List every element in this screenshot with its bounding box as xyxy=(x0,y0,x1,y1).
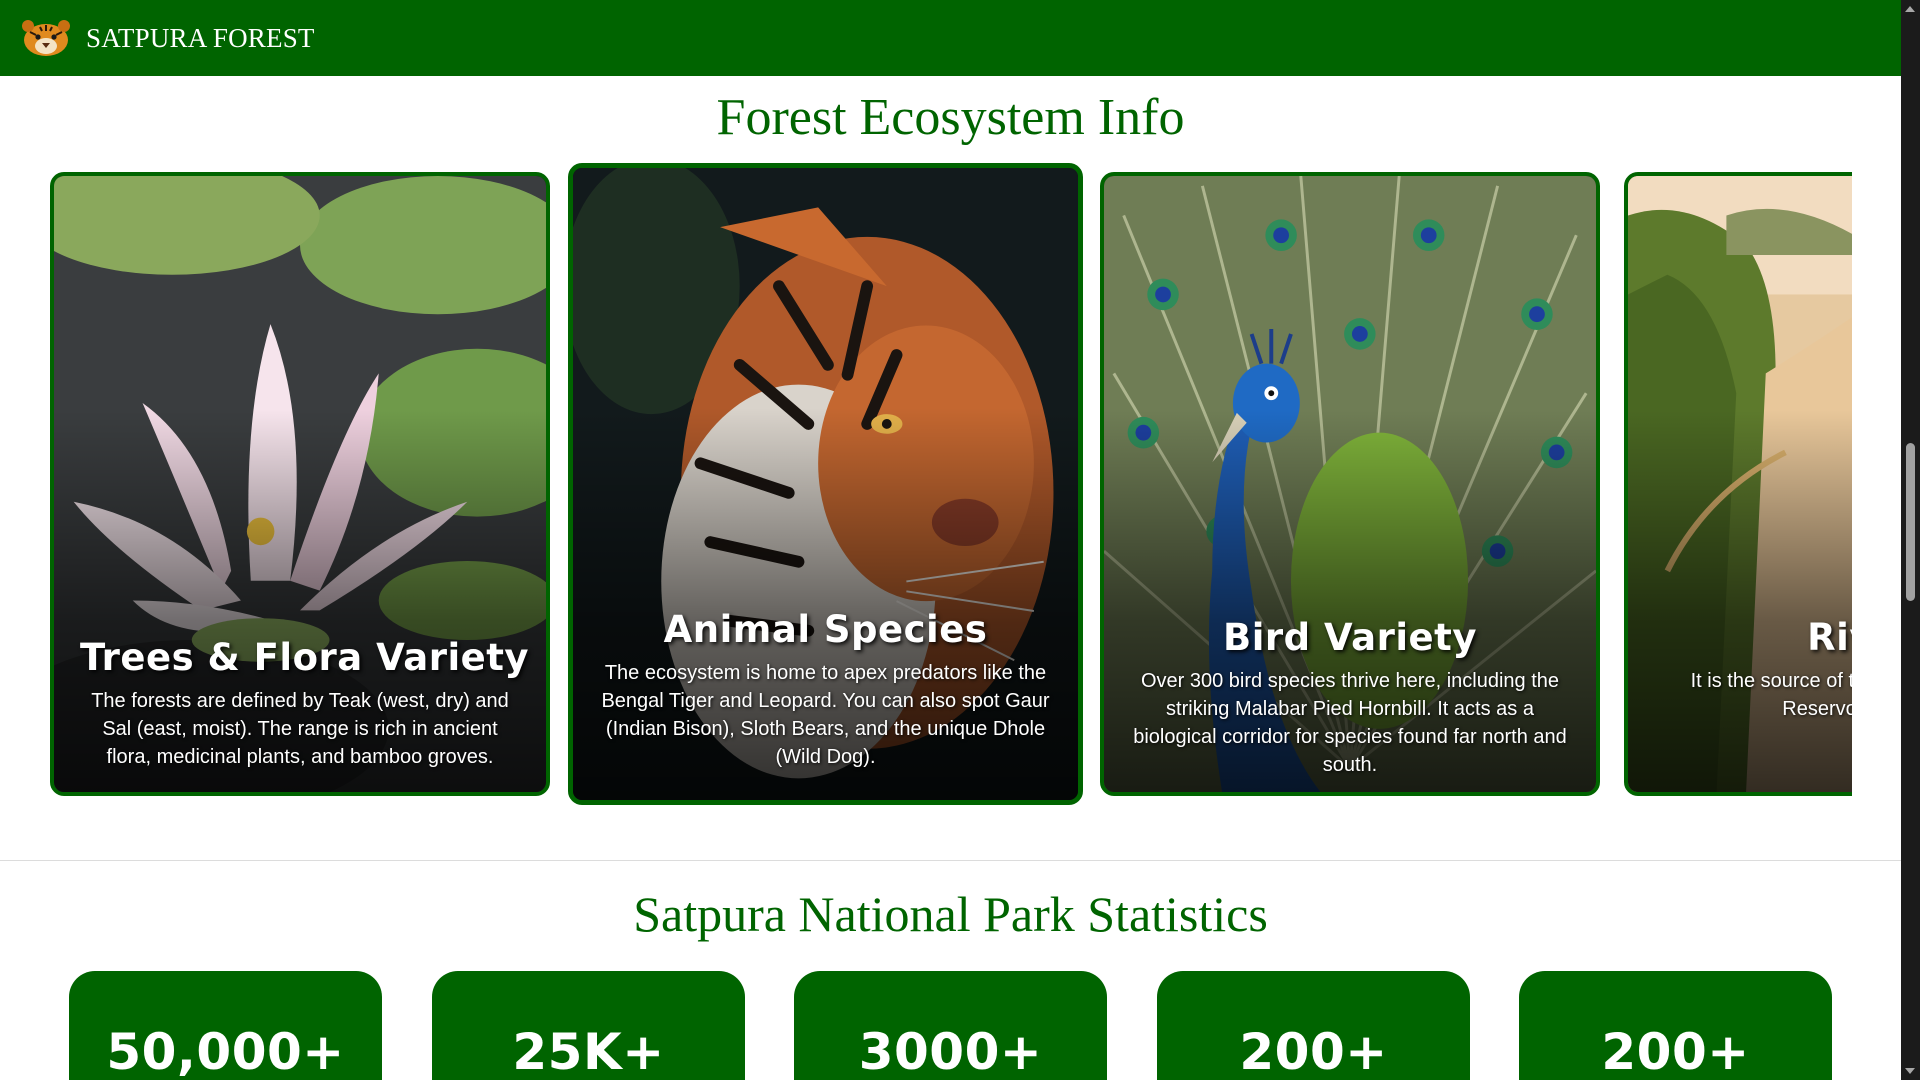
stat-value: 50,000+ xyxy=(106,1023,345,1080)
stat-value: 3000+ xyxy=(858,1023,1043,1080)
animal-card-text: Animal Species The ecosystem is home to … xyxy=(573,608,1078,771)
bird-variety-card[interactable]: Bird Variety Over 300 bird species thriv… xyxy=(1100,172,1600,796)
flora-card-description: The forests are defined by Teak (west, d… xyxy=(91,690,509,768)
animal-card-title: Animal Species xyxy=(663,608,988,651)
stat-card: 50,000+ xyxy=(69,971,382,1080)
animal-card-description: The ecosystem is home to apex predators … xyxy=(601,662,1050,768)
tiger-face-icon[interactable] xyxy=(18,18,74,58)
scroll-thumb[interactable] xyxy=(1906,443,1915,601)
scroll-up-arrow-icon[interactable] xyxy=(1905,6,1915,12)
section-divider xyxy=(0,860,1901,861)
stat-card: 3000+ xyxy=(794,971,1107,1080)
flora-card[interactable]: Trees & Flora Variety The forests are de… xyxy=(50,172,550,796)
ecosystem-carousel[interactable]: Trees & Flora Variety The forests are de… xyxy=(50,160,1852,820)
stat-card: 200+ xyxy=(1519,971,1832,1080)
stat-card: 200+ xyxy=(1157,971,1470,1080)
top-navbar: SATPURA FOREST xyxy=(0,0,1901,76)
rivers-card-description: It is the source of the Tapti rivers. Wa… xyxy=(1690,670,1852,720)
rivers-card-text: Rivers It is the source of the Tapti riv… xyxy=(1628,616,1852,723)
rivers-card[interactable]: Rivers It is the source of the Tapti riv… xyxy=(1624,172,1852,796)
stat-value: 200+ xyxy=(1239,1023,1388,1080)
bird-card-title: Bird Variety xyxy=(1223,616,1477,659)
stat-value: 200+ xyxy=(1601,1023,1750,1080)
flora-card-title: Trees & Flora Variety xyxy=(80,636,530,679)
brand-name[interactable]: SATPURA FOREST xyxy=(86,23,315,54)
animal-species-card[interactable]: Animal Species The ecosystem is home to … xyxy=(568,163,1083,805)
flora-card-text: Trees & Flora Variety The forests are de… xyxy=(54,636,546,771)
page-scrollbar[interactable] xyxy=(1901,0,1920,1080)
scroll-down-arrow-icon[interactable] xyxy=(1905,1068,1915,1074)
stat-card: 25K+ xyxy=(432,971,745,1080)
rivers-card-title: Rivers xyxy=(1807,616,1852,659)
rivers-card-shade xyxy=(1628,410,1852,792)
stat-value: 25K+ xyxy=(512,1023,665,1080)
bird-card-description: Over 300 bird species thrive here, inclu… xyxy=(1133,670,1567,776)
ecosystem-section-title: Forest Ecosystem Info xyxy=(716,89,1185,146)
statistics-section-title: Satpura National Park Statistics xyxy=(633,886,1268,942)
bird-card-text: Bird Variety Over 300 bird species thriv… xyxy=(1104,616,1596,779)
